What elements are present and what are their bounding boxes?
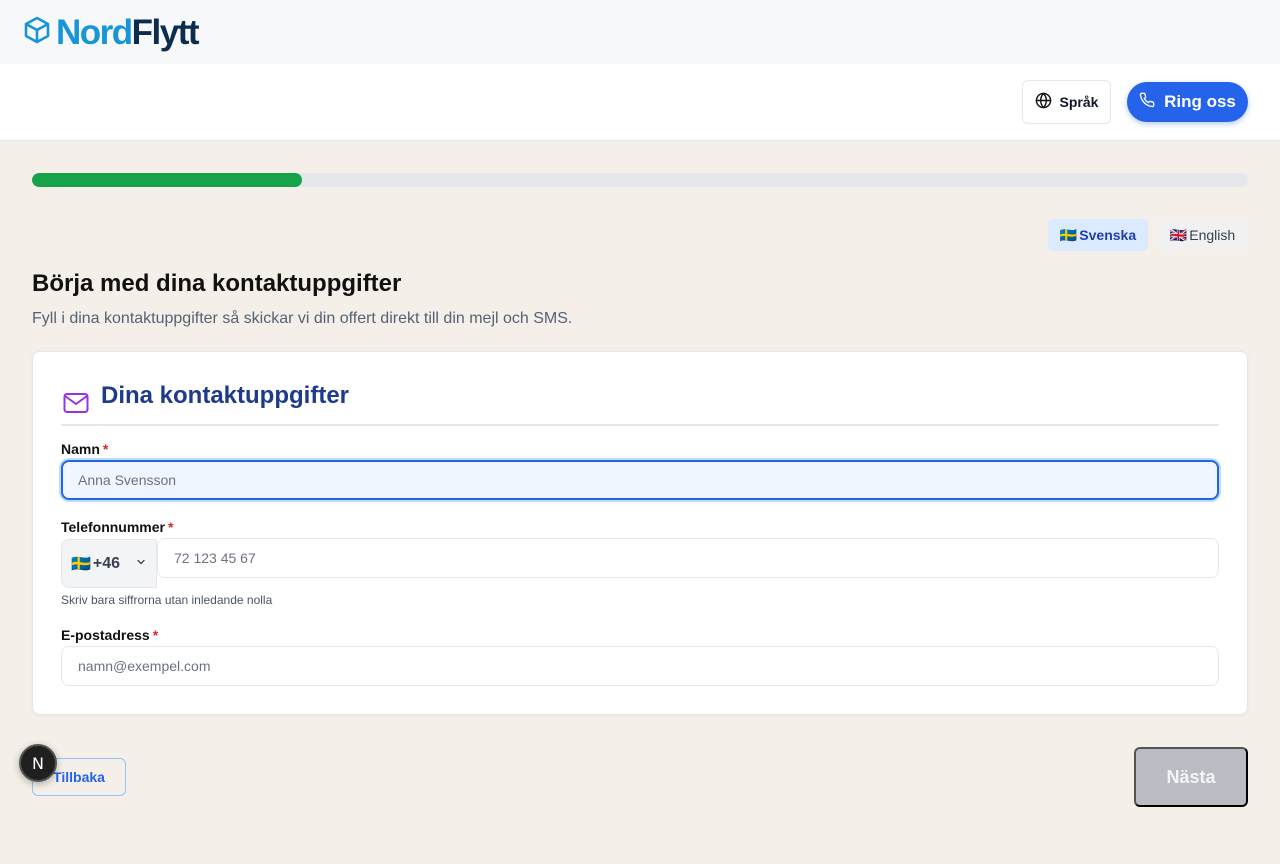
top-bar: NordFlytt: [0, 0, 1280, 64]
brand-name-part2: Flytt: [131, 12, 200, 52]
brand-logo[interactable]: NordFlytt: [24, 12, 200, 52]
dev-tools-badge[interactable]: N: [19, 744, 57, 782]
language-option-english-label: English: [1189, 227, 1236, 243]
progress-bar: [32, 173, 1248, 187]
brand-name-part1: Nord: [56, 12, 133, 52]
dev-tools-letter: N: [32, 753, 44, 773]
uk-flag-icon: 🇬🇧: [1169, 226, 1188, 243]
box-icon: [24, 16, 50, 49]
globe-icon: [1035, 92, 1052, 112]
progress-bar-fill: [32, 173, 302, 187]
phone-icon: [1139, 92, 1155, 113]
language-button[interactable]: Språk: [1022, 80, 1111, 124]
name-input[interactable]: [61, 460, 1219, 500]
required-marker: *: [102, 441, 109, 457]
email-label-text: E-postadress: [61, 627, 150, 643]
language-option-swedish[interactable]: 🇸🇪 Svenska: [1048, 219, 1148, 251]
page-title: Börja med dina kontaktuppgifter: [32, 270, 402, 297]
country-code-value: +46: [92, 554, 121, 572]
required-marker: *: [152, 627, 159, 643]
contact-form-card: Dina kontaktuppgifter Namn* Telefonnumme…: [32, 351, 1248, 715]
mail-icon: [63, 392, 89, 419]
section-header: Dina kontaktuppgifter: [61, 382, 1219, 426]
country-code-select[interactable]: 🇸🇪 +46: [61, 539, 157, 588]
language-option-swedish-label: Svenska: [1079, 227, 1137, 243]
sweden-flag-icon: 🇸🇪: [71, 555, 91, 573]
language-option-english[interactable]: 🇬🇧 English: [1157, 219, 1248, 251]
phone-hint: Skriv bara siffrorna utan inledande noll…: [61, 593, 273, 607]
call-us-button[interactable]: Ring oss: [1127, 82, 1248, 122]
email-label: E-postadress *: [61, 627, 158, 643]
name-label-text: Namn: [61, 441, 100, 457]
sweden-flag-icon: 🇸🇪: [1059, 226, 1078, 243]
language-button-label: Språk: [1059, 94, 1099, 110]
next-button[interactable]: Nästa: [1134, 747, 1248, 807]
email-input[interactable]: [61, 646, 1219, 686]
name-label: Namn *: [61, 441, 108, 457]
brand-name: NordFlytt: [56, 12, 200, 52]
page-subtitle: Fyll i dina kontaktuppgifter så skickar …: [32, 310, 573, 327]
phone-input[interactable]: [157, 538, 1219, 578]
section-title: Dina kontaktuppgifter: [101, 382, 350, 409]
call-us-label: Ring oss: [1164, 92, 1236, 111]
chevron-down-icon: [135, 555, 147, 573]
phone-label: Telefonnummer *: [61, 519, 173, 535]
header-bar: Språk Ring oss: [0, 64, 1280, 141]
required-marker: *: [167, 519, 174, 535]
phone-label-text: Telefonnummer: [61, 519, 165, 535]
